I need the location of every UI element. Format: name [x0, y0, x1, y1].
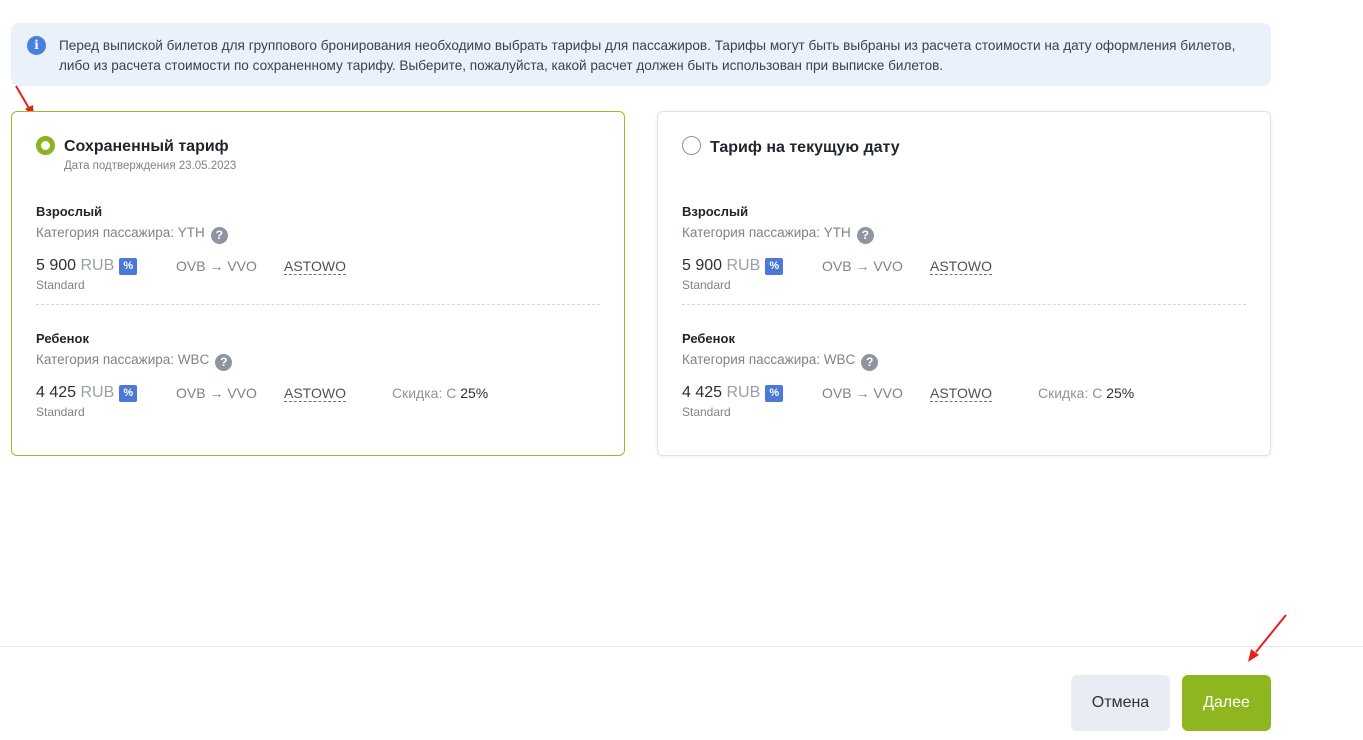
- next-button[interactable]: Далее: [1182, 675, 1271, 731]
- annotation-arrow-icon: [1248, 614, 1287, 662]
- discount-info: Скидка: С 25%: [392, 385, 489, 401]
- passenger-category: Категория пассажира: WBC?: [682, 352, 879, 371]
- passenger-type: Ребенок: [36, 331, 89, 346]
- discount-percent-icon[interactable]: %: [119, 258, 138, 275]
- info-icon: i: [27, 36, 46, 55]
- fare-price: 5 900 RUB%: [36, 257, 138, 275]
- passenger-category: Категория пассажира: WBC?: [36, 352, 233, 371]
- fare-basis-link[interactable]: ASTOWO: [284, 258, 346, 275]
- passenger-child: Ребенок Категория пассажира: WBC? 4 425 …: [682, 331, 1246, 419]
- option-saved-fare[interactable]: Сохраненный тариф Дата подтверждения 23.…: [11, 111, 625, 456]
- option-current-fare[interactable]: Тариф на текущую дату Взрослый Категория…: [657, 111, 1271, 456]
- passenger-type: Взрослый: [36, 204, 103, 219]
- help-icon[interactable]: ?: [210, 227, 228, 244]
- fare-basis-link[interactable]: ASTOWO: [930, 258, 992, 275]
- fare-basis-link[interactable]: ASTOWO: [930, 385, 992, 402]
- help-icon[interactable]: ?: [856, 227, 874, 244]
- passenger-category: Категория пассажира: YTH?: [682, 225, 874, 244]
- option-title: Сохраненный тариф: [64, 138, 229, 155]
- passenger-type: Взрослый: [682, 204, 749, 219]
- passenger-category: Категория пассажира: YTH?: [36, 225, 228, 244]
- fare-price: 4 425 RUB%: [36, 384, 138, 402]
- fare-price: 5 900 RUB%: [682, 257, 784, 275]
- option-title: Тариф на текущую дату: [710, 139, 900, 156]
- radio-saved-fare[interactable]: [36, 136, 55, 155]
- fare-class: Standard: [36, 278, 85, 292]
- discount-percent-icon[interactable]: %: [119, 385, 138, 402]
- passenger-child: Ребенок Категория пассажира: WBC? 4 425 …: [36, 331, 600, 419]
- fare-class: Standard: [36, 405, 85, 419]
- help-icon[interactable]: ?: [861, 354, 879, 371]
- discount-percent-icon[interactable]: %: [765, 258, 784, 275]
- passenger-adult: Взрослый Категория пассажира: YTH? 5 900…: [682, 204, 1246, 292]
- help-icon[interactable]: ?: [215, 354, 233, 371]
- divider: [36, 304, 600, 305]
- passenger-adult: Взрослый Категория пассажира: YTH? 5 900…: [36, 204, 600, 292]
- fare-class: Standard: [682, 405, 731, 419]
- route: OVB → VVO: [176, 258, 257, 274]
- fare-class: Standard: [682, 278, 731, 292]
- info-banner: i Перед выпиской билетов для группового …: [11, 23, 1271, 86]
- route: OVB → VVO: [822, 385, 903, 401]
- discount-info: Скидка: С 25%: [1038, 385, 1135, 401]
- fare-price: 4 425 RUB%: [682, 384, 784, 402]
- divider: [682, 304, 1246, 305]
- discount-percent-icon[interactable]: %: [765, 385, 784, 402]
- passenger-type: Ребенок: [682, 331, 735, 346]
- info-text: Перед выпиской билетов для группового бр…: [59, 38, 1236, 73]
- cancel-button[interactable]: Отмена: [1071, 675, 1170, 731]
- fare-basis-link[interactable]: ASTOWO: [284, 385, 346, 402]
- confirmation-date: Дата подтверждения 23.05.2023: [64, 160, 237, 172]
- route: OVB → VVO: [176, 385, 257, 401]
- route: OVB → VVO: [822, 258, 903, 274]
- radio-current-fare[interactable]: [682, 136, 701, 155]
- footer-divider: [0, 646, 1363, 647]
